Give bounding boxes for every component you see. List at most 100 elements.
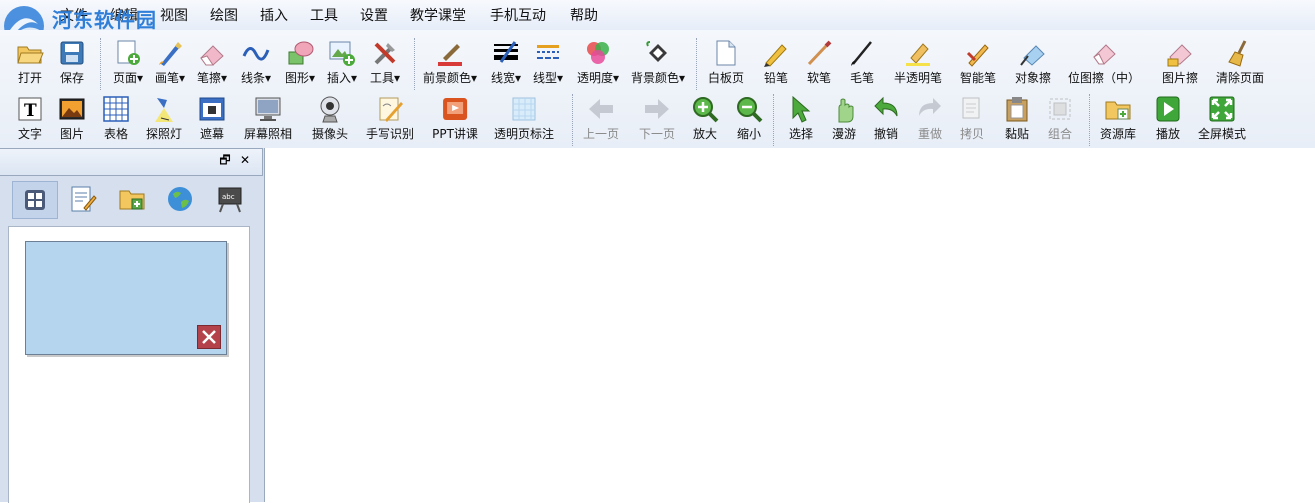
toolbar1-pencil-button[interactable]: 铅笔: [761, 38, 791, 86]
toolbar1-transparency-button[interactable]: 透明度▾: [577, 38, 619, 86]
toolbar2-curtain-button[interactable]: 遮幕: [197, 94, 227, 142]
toolbar1-brush-button[interactable]: 画笔▾: [155, 38, 185, 86]
menu-5[interactable]: 工具: [310, 5, 338, 25]
toolbar2-play-button[interactable]: 播放: [1153, 94, 1183, 142]
toolbar2-webcam-button[interactable]: 摄像头: [312, 94, 348, 142]
play-icon: [1153, 94, 1183, 124]
toolbar2-handwriting-button[interactable]: 手写识别: [366, 94, 414, 142]
toolbar-separator: [572, 94, 573, 146]
toolbar-button-label: 透明页标注: [493, 127, 555, 141]
notes-icon: [71, 186, 97, 212]
toolbar2-arrow-right-button[interactable]: 下一页: [639, 94, 675, 142]
toolbar2-select-arrow-button[interactable]: 选择: [786, 94, 816, 142]
toolbar-button-label: 插入▾: [326, 71, 358, 85]
menu-3[interactable]: 绘图: [210, 5, 238, 25]
tab-notes[interactable]: [60, 181, 104, 217]
toolbar-button-label: 手写识别: [365, 127, 415, 141]
toolbar1-smart-pen-button[interactable]: 智能笔: [960, 38, 996, 86]
panel-restore-button[interactable]: 🗗: [218, 153, 232, 167]
toolbar1-calligraphy-brush-button[interactable]: 毛笔: [847, 38, 877, 86]
toolbar2-undo-button[interactable]: 撤销: [871, 94, 901, 142]
toolbar2-text-button[interactable]: T 文字: [15, 94, 45, 142]
toolbar2-fullscreen-button[interactable]: 全屏模式: [1198, 94, 1246, 142]
toolbar-button-label: 软笔: [806, 71, 831, 85]
tab-blackboard[interactable]: abc: [208, 181, 252, 217]
menu-7[interactable]: 教学课堂: [410, 5, 466, 25]
toolbar1-shapes-button[interactable]: 图形▾: [285, 38, 315, 86]
toolbar2-redo-button[interactable]: 重做: [915, 94, 945, 142]
arrow-left-icon: [586, 94, 616, 124]
toolbar2-paste-button[interactable]: 黏贴: [1002, 94, 1032, 142]
table-icon: [101, 94, 131, 124]
toolbar-button-label: 放大: [692, 127, 717, 141]
toolbar-button-label: 漫游: [831, 127, 856, 141]
toolbar2-monitor-button[interactable]: 屏幕照相: [244, 94, 292, 142]
toolbar2-picture-button[interactable]: 图片: [57, 94, 87, 142]
toolbar1-image-eraser-button[interactable]: 图片擦: [1162, 38, 1198, 86]
toolbar1-eraser-button[interactable]: 笔擦▾: [197, 38, 227, 86]
page-thumbnail-list: [8, 226, 250, 503]
toolbar1-highlighter-button[interactable]: 半透明笔: [894, 38, 942, 86]
toolbar1-open-folder-button[interactable]: 打开: [15, 38, 45, 86]
toolbar2-ppt-button[interactable]: PPT讲课: [432, 94, 478, 142]
menu-9[interactable]: 帮助: [570, 5, 598, 25]
menu-6[interactable]: 设置: [360, 5, 388, 25]
tab-thumbnails[interactable]: [12, 181, 58, 219]
redo-icon: [915, 94, 945, 124]
toolbar1-foreground-color-button[interactable]: 前景颜色▾: [423, 38, 477, 86]
toolbar1-line-width-button[interactable]: 线宽▾: [491, 38, 521, 86]
toolbar-button-label: 打开: [17, 71, 42, 85]
toolbar1-insert-image-button[interactable]: 插入▾: [327, 38, 357, 86]
toolbar2-zoom-out-button[interactable]: 缩小: [734, 94, 764, 142]
delete-page-button[interactable]: [197, 325, 221, 349]
toolbar-button-label: 铅笔: [763, 71, 788, 85]
undo-icon: [871, 94, 901, 124]
pencil-icon: [761, 38, 791, 68]
tab-folder[interactable]: [110, 181, 154, 217]
tab-web[interactable]: [158, 181, 202, 217]
bitmap-eraser-icon: [1089, 38, 1119, 68]
toolbar-button-label: 拷贝: [959, 127, 984, 141]
toolbar2-spotlight-button[interactable]: 探照灯: [146, 94, 182, 142]
toolbar1-page-add-button[interactable]: 页面▾: [113, 38, 143, 86]
toolbar2-hand-button[interactable]: 漫游: [829, 94, 859, 142]
toolbar1-background-color-button[interactable]: 背景颜色▾: [631, 38, 685, 86]
toolbar-button-label: 线宽▾: [490, 71, 522, 85]
toolbar1-save-button[interactable]: 保存: [57, 38, 87, 86]
toolbar1-tools-button[interactable]: 工具▾: [370, 38, 400, 86]
whiteboard-canvas[interactable]: [265, 148, 1315, 502]
menu-1[interactable]: 编辑: [110, 5, 138, 25]
toolbar2-transparent-page-button[interactable]: 透明页标注: [494, 94, 554, 142]
toolbar-button-label: 对象擦: [1014, 71, 1052, 85]
toolbar-button-label: 线条▾: [240, 71, 272, 85]
toolbar1-line-style-button[interactable]: 线型▾: [533, 38, 563, 86]
toolbar2-table-button[interactable]: 表格: [101, 94, 131, 142]
toolbar2-arrow-left-button[interactable]: 上一页: [583, 94, 619, 142]
toolbar-area: 打开 保存 页面▾ 画笔▾ 笔擦▾ 线条▾ 图形▾ 插入▾ 工具▾ 前景颜色▾ 线宽▾ 线型▾ 透明度▾…: [0, 30, 1315, 149]
panel-close-button[interactable]: ✕: [238, 153, 252, 167]
side-panel-header: 🗗 ✕: [0, 148, 263, 176]
toolbar1-bitmap-eraser-button[interactable]: 位图擦（中）: [1068, 38, 1140, 86]
toolbar2-group-button[interactable]: 组合: [1045, 94, 1075, 142]
menu-8[interactable]: 手机互动: [490, 5, 546, 25]
spotlight-icon: [149, 94, 179, 124]
toolbar2-copy-button[interactable]: 拷贝: [957, 94, 987, 142]
page-thumbnail[interactable]: [25, 241, 227, 355]
toolbar2-zoom-in-button[interactable]: 放大: [690, 94, 720, 142]
menu-4[interactable]: 插入: [260, 5, 288, 25]
folder-icon: [119, 190, 145, 210]
select-arrow-icon: [786, 94, 816, 124]
toolbar1-soft-pen-button[interactable]: 软笔: [804, 38, 834, 86]
menu-2[interactable]: 视图: [160, 5, 188, 25]
toolbar1-broom-button[interactable]: 清除页面: [1216, 38, 1264, 86]
menu-0[interactable]: 文件: [60, 5, 88, 25]
toolbar1-object-eraser-button[interactable]: 对象擦: [1015, 38, 1051, 86]
toolbar1-line-wave-button[interactable]: 线条▾: [241, 38, 271, 86]
toolbar-button-label: 线型▾: [532, 71, 564, 85]
toolbar2-resource-folder-button[interactable]: 资源库: [1100, 94, 1136, 142]
tools-icon: [370, 38, 400, 68]
toolbar-button-label: 白板页: [707, 71, 745, 85]
toolbar-button-label: 毛笔: [849, 71, 874, 85]
toolbar-button-label: 下一页: [638, 127, 676, 141]
toolbar1-blank-page-button[interactable]: 白板页: [708, 38, 744, 86]
